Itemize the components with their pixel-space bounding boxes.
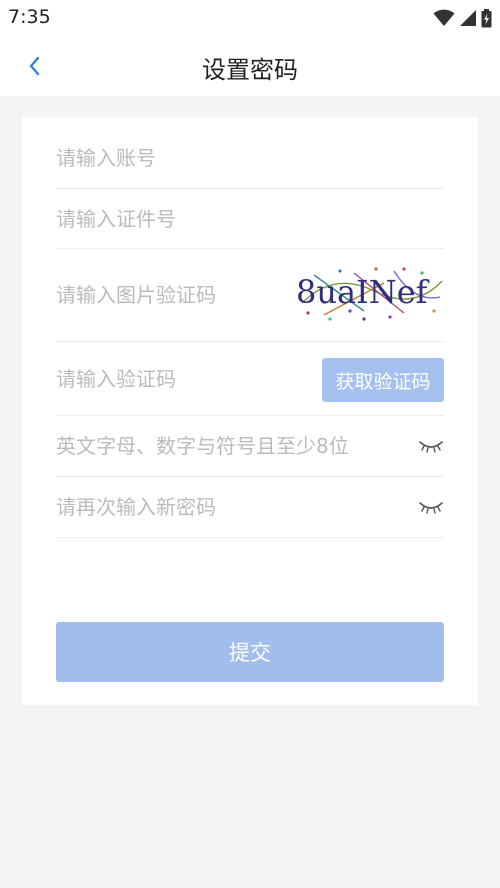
submit-button[interactable]: 提交 [56, 622, 444, 682]
eye-closed-icon[interactable] [418, 434, 444, 456]
password-input[interactable] [56, 416, 406, 476]
signal-icon [460, 10, 476, 26]
top-bar: 设置密码 [0, 36, 500, 96]
id-number-input[interactable] [56, 189, 444, 248]
eye-closed-icon[interactable] [418, 495, 444, 517]
captcha-text: 8uaINef [296, 273, 430, 311]
confirm-password-row [56, 477, 444, 538]
sms-code-row: 获取验证码 [56, 342, 444, 416]
account-row [56, 127, 444, 189]
confirm-password-input[interactable] [56, 477, 406, 537]
form-card: 8uaINef 获取验证码 [22, 117, 478, 705]
wifi-icon [433, 9, 455, 26]
captcha-image[interactable]: 8uaINef [294, 263, 444, 323]
status-icons [433, 7, 492, 29]
page-title: 设置密码 [202, 56, 298, 84]
status-bar: 7:35 [0, 0, 500, 36]
get-code-button[interactable]: 获取验证码 [322, 358, 444, 402]
password-row [56, 416, 444, 477]
sms-code-input[interactable] [56, 342, 306, 415]
battery-icon [481, 8, 492, 27]
id-row [56, 189, 444, 249]
status-time: 7:35 [8, 6, 51, 28]
captcha-row: 8uaINef [56, 249, 444, 342]
account-input[interactable] [56, 127, 444, 188]
captcha-input[interactable] [56, 249, 284, 341]
